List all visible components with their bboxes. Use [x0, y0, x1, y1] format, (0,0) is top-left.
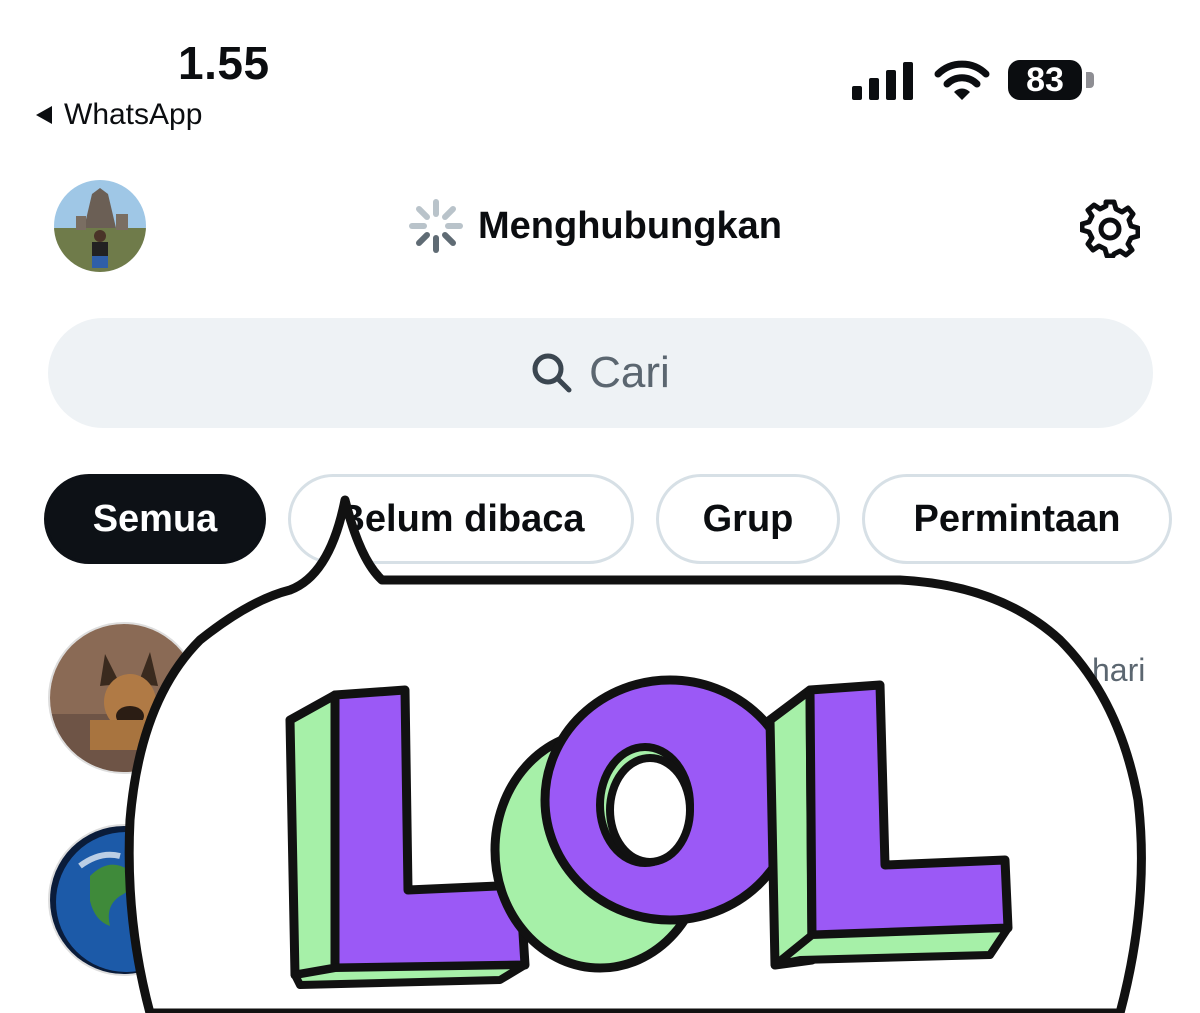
- status-time: 1.55: [178, 37, 270, 89]
- chat-meta-2: n: [1126, 858, 1144, 894]
- filter-chip-label: Semua: [92, 497, 218, 540]
- back-arrow-icon: [36, 106, 52, 124]
- chat-avatar-dog[interactable]: [48, 622, 200, 774]
- wifi-icon: [934, 60, 990, 100]
- battery-cap: [1086, 72, 1094, 88]
- battery-icon: 83: [1008, 60, 1082, 100]
- search-placeholder: Cari: [589, 348, 670, 397]
- filter-chip-semua[interactable]: Semua: [44, 474, 266, 564]
- connection-status: Menghubungkan: [408, 198, 782, 254]
- filter-chip-belum-dibaca[interactable]: Belum dibaca: [288, 474, 634, 564]
- connection-status-text: Menghubungkan: [478, 204, 782, 247]
- spinner-icon: [409, 199, 463, 253]
- dog-avatar: [50, 624, 198, 772]
- filter-chip-permintaan[interactable]: Permintaan: [862, 474, 1172, 564]
- filter-chip-label: Belum dibaca: [337, 497, 585, 540]
- chat-meta-1: hari: [1092, 652, 1146, 688]
- back-app-label: WhatsApp: [64, 98, 203, 131]
- earth-avatar: [50, 826, 198, 974]
- profile-avatar[interactable]: [54, 180, 146, 272]
- profile-photo: [54, 180, 146, 272]
- gear-icon[interactable]: [1080, 198, 1140, 258]
- signal-icon: [852, 62, 913, 100]
- battery-level: 83: [1026, 60, 1064, 99]
- search-input[interactable]: Cari: [48, 318, 1153, 428]
- filter-chip-label: Grup: [702, 497, 794, 540]
- filter-chip-label: Permintaan: [913, 497, 1121, 540]
- filter-chip-grup[interactable]: Grup: [656, 474, 840, 564]
- back-to-app-link[interactable]: WhatsApp: [36, 98, 202, 132]
- search-icon: [532, 353, 572, 393]
- chat-avatar-earth[interactable]: [48, 824, 200, 976]
